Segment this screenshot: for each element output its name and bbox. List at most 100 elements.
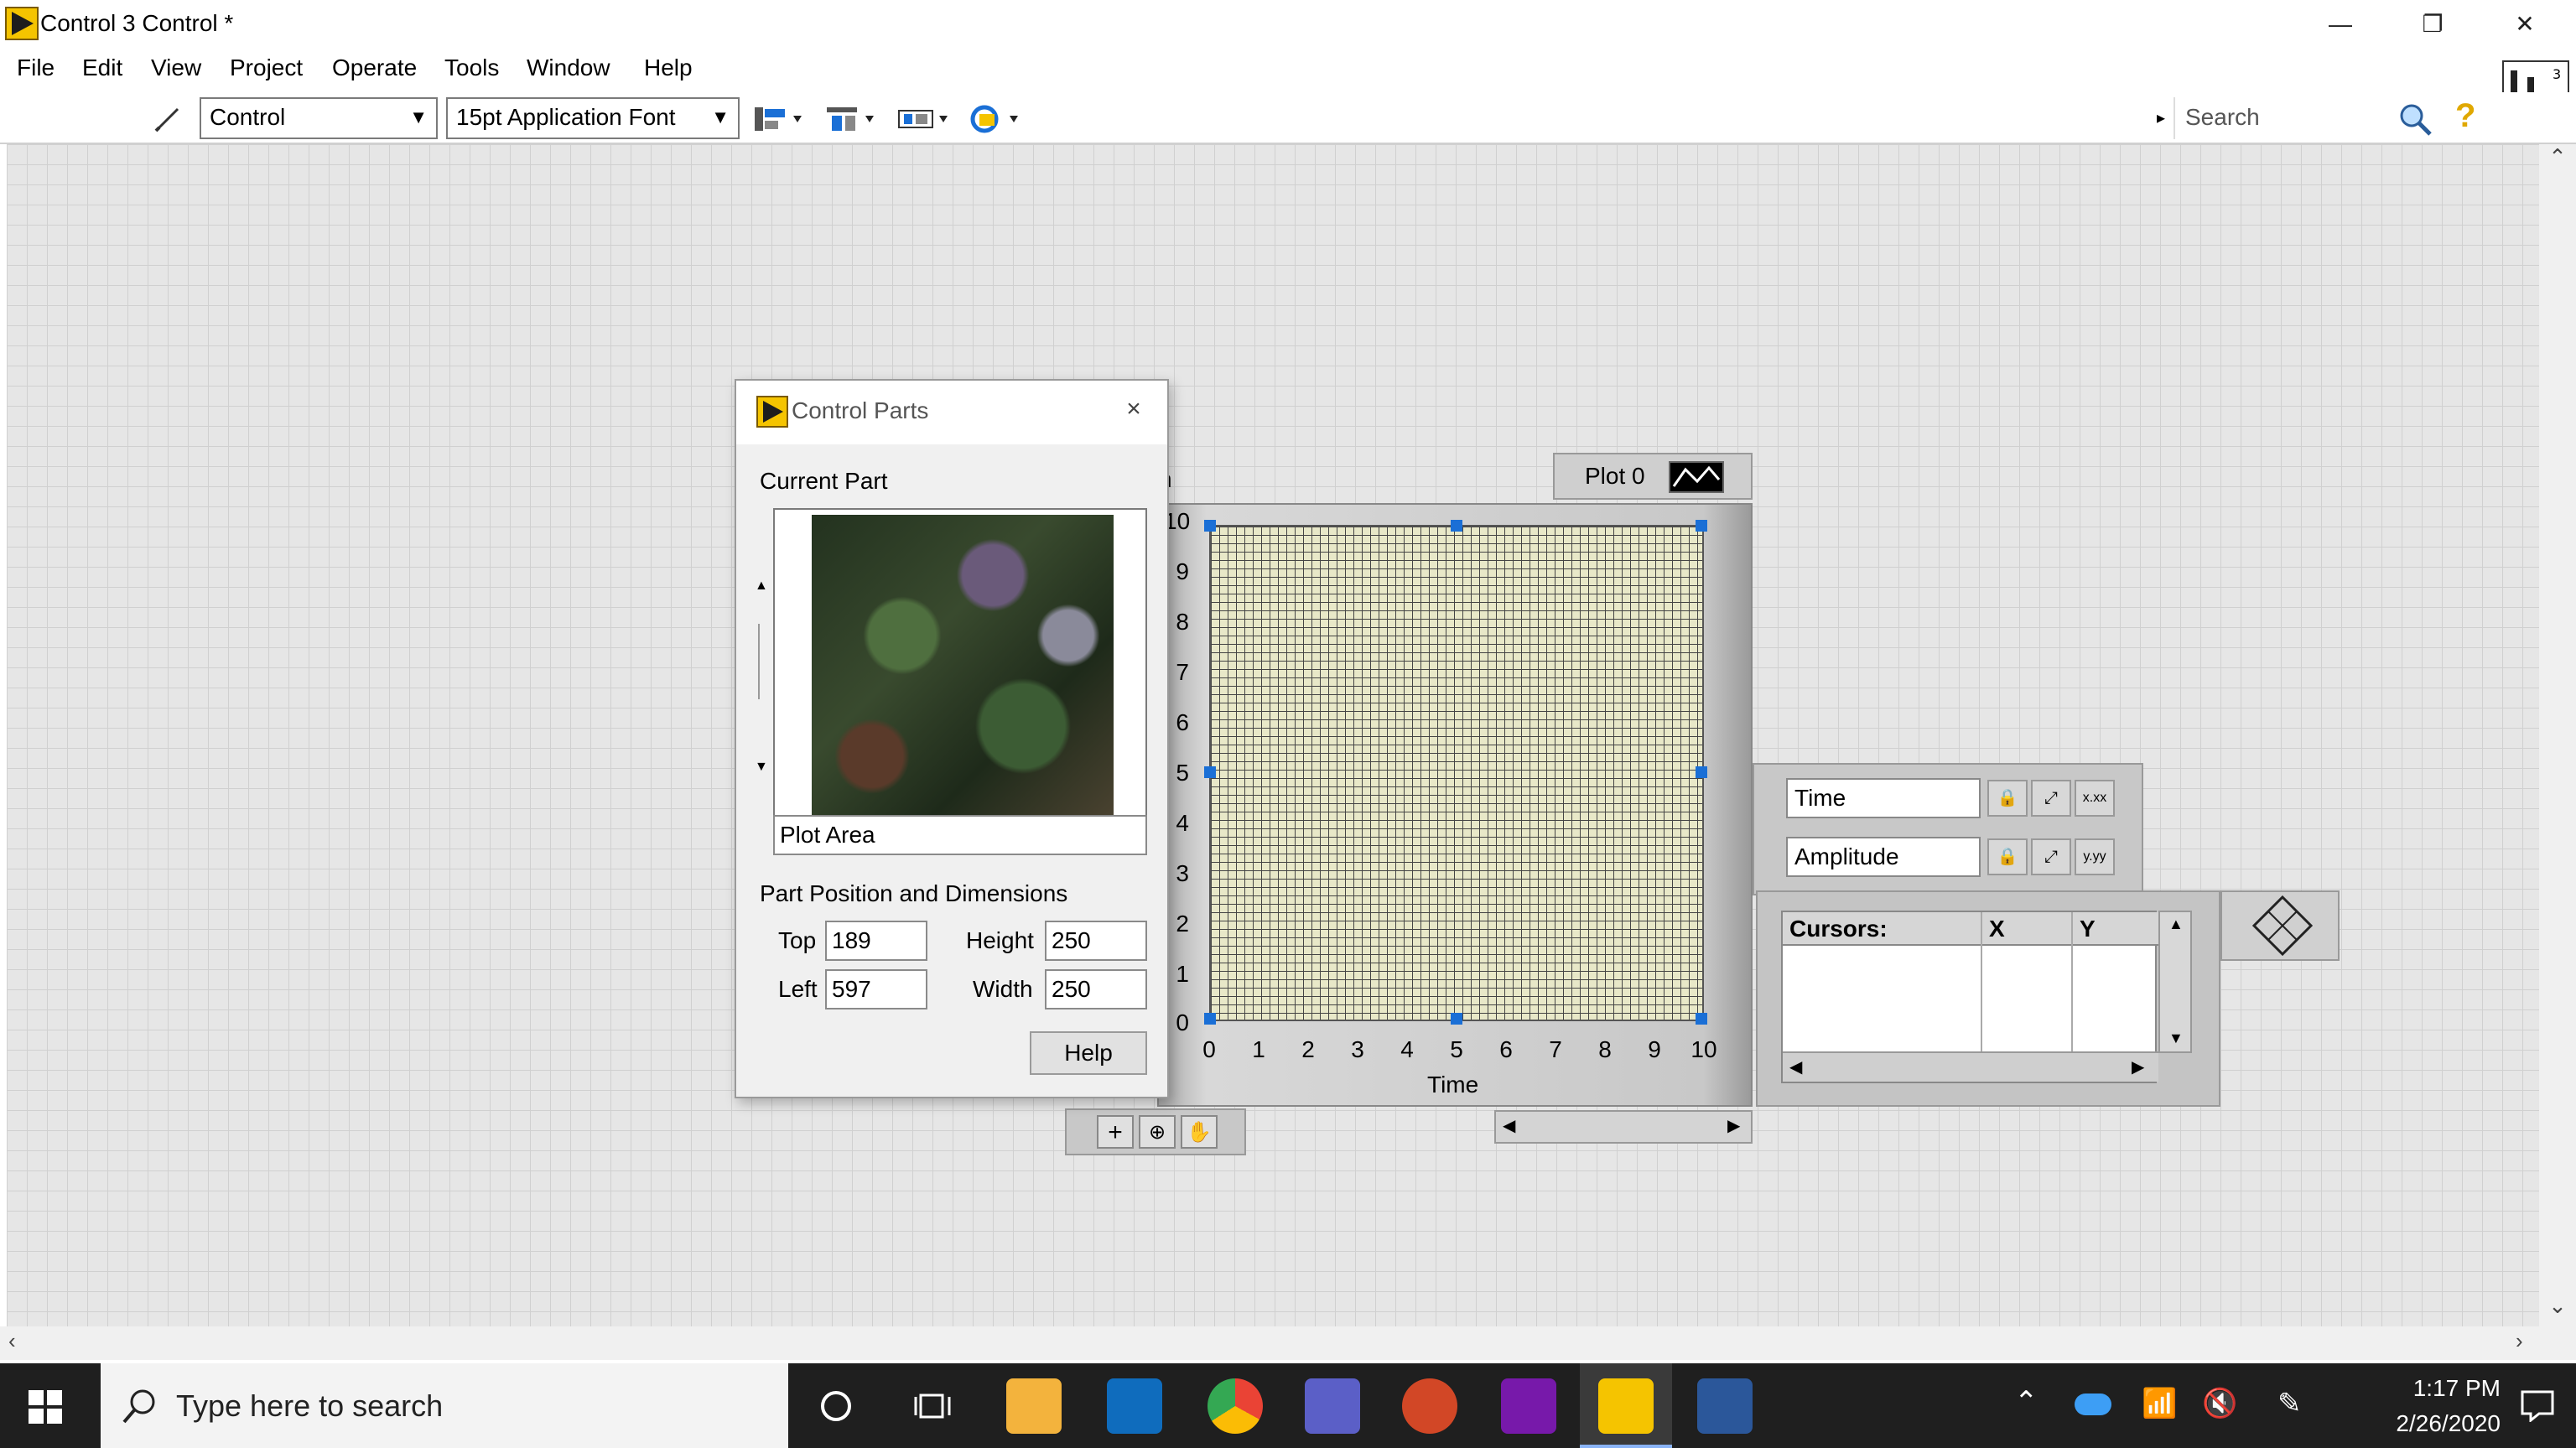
menu-bar: File Edit View Project Operate Tools Win…	[0, 50, 2576, 136]
x-format-button[interactable]: x.xx	[2075, 780, 2115, 817]
pan-hand-icon[interactable]: ✋	[1181, 1115, 1218, 1149]
search-expand-icon[interactable]: ▸	[2157, 107, 2165, 128]
selection-handle[interactable]	[1696, 1013, 1707, 1025]
menu-file[interactable]: File	[10, 50, 61, 92]
search-input[interactable]: Search	[2185, 104, 2260, 131]
windows-start-icon[interactable]	[29, 1390, 62, 1424]
vertical-scrollbar[interactable]: ⌃ ⌄	[2539, 144, 2576, 1326]
plot-line-swatch-icon[interactable]	[1669, 461, 1724, 493]
horizontal-scrollbar[interactable]: ‹ ›	[0, 1326, 2576, 1360]
font-select[interactable]: 15pt Application Font ▼	[446, 97, 740, 139]
cursor-move-diamond-icon[interactable]	[2252, 895, 2313, 956]
x-scale-name[interactable]: Time	[1786, 778, 1981, 818]
left-field[interactable]: 597	[825, 969, 927, 1009]
file-explorer-icon[interactable]	[1006, 1378, 1062, 1434]
autoscale-y-icon[interactable]: ⤢	[2031, 838, 2071, 875]
chevron-down-icon: ▼	[711, 106, 730, 127]
zoom-tool-icon[interactable]: ⊕	[1139, 1115, 1176, 1149]
y-format-button[interactable]: y.yy	[2075, 838, 2115, 875]
lock-icon[interactable]: 🔒	[1987, 838, 2028, 875]
cursor-horizontal-scrollbar[interactable]: ◀ ▶	[1783, 1051, 2158, 1082]
top-field[interactable]: 189	[825, 921, 927, 961]
scroll-right-icon[interactable]: ▶	[2132, 1056, 2144, 1077]
scroll-up-icon[interactable]: ⌃	[2539, 144, 2576, 170]
scroll-left-icon[interactable]: ◀	[1503, 1115, 1515, 1136]
labview-taskbar-active[interactable]	[1580, 1363, 1672, 1448]
wifi-icon[interactable]: 📶	[2142, 1387, 2177, 1420]
menu-edit[interactable]: Edit	[75, 50, 129, 92]
graph-horizontal-scrollbar[interactable]: ◀ ▶	[1494, 1110, 1753, 1144]
menu-view[interactable]: View	[144, 50, 208, 92]
teams-icon[interactable]	[1305, 1378, 1360, 1434]
scroll-left-icon[interactable]: ‹	[8, 1328, 16, 1354]
restore-button[interactable]: ❐	[2386, 0, 2479, 50]
selection-handle[interactable]	[1451, 520, 1462, 532]
autoscale-x-icon[interactable]: ⤢	[2031, 780, 2071, 817]
pen-icon[interactable]	[151, 104, 184, 134]
font-select-value: 15pt Application Font	[456, 104, 676, 130]
menu-operate[interactable]: Operate	[325, 50, 423, 92]
plot-area[interactable]	[1209, 525, 1704, 1021]
cursor-tool-crosshair-icon[interactable]: +	[1097, 1115, 1134, 1149]
dialog-close-button[interactable]: ×	[1115, 392, 1152, 429]
width-field[interactable]: 250	[1045, 969, 1147, 1009]
taskbar-search-input[interactable]: Type here to search	[176, 1388, 443, 1424]
word-icon[interactable]	[1697, 1378, 1753, 1434]
chrome-icon[interactable]	[1208, 1378, 1263, 1434]
scroll-down-icon[interactable]: ⌄	[2539, 1293, 2576, 1319]
selection-handle[interactable]	[1696, 766, 1707, 778]
selection-handle[interactable]	[1696, 520, 1707, 532]
scale-legend: Time 🔒 ⤢ x.xx Amplitude 🔒 ⤢ y.yy	[1753, 763, 2143, 895]
selection-handle[interactable]	[1204, 766, 1216, 778]
show-hidden-icons-icon[interactable]: ⌃	[2014, 1385, 2038, 1419]
taskbar-search-box[interactable]: Type here to search	[101, 1363, 788, 1448]
onenote-icon[interactable]	[1501, 1378, 1556, 1434]
distribute-objects-icon[interactable]	[823, 102, 882, 136]
x-tick: 0	[1202, 1036, 1216, 1062]
menu-window[interactable]: Window	[520, 50, 617, 92]
plot-legend[interactable]: Plot 0	[1553, 453, 1753, 500]
volume-muted-icon[interactable]: 🔇	[2202, 1387, 2237, 1420]
scroll-down-icon[interactable]: ▼	[2168, 1030, 2184, 1047]
scroll-right-icon[interactable]: ▶	[1727, 1115, 1740, 1136]
selection-handle[interactable]	[1204, 520, 1216, 532]
mode-select[interactable]: Control ▼	[200, 97, 438, 139]
selection-handle[interactable]	[1204, 1013, 1216, 1025]
onedrive-icon[interactable]	[2075, 1394, 2111, 1415]
cursor-vertical-scrollbar[interactable]: ▲ ▼	[2158, 911, 2192, 1053]
spin-down-icon[interactable]: ▼	[755, 760, 768, 775]
search-icon[interactable]	[2397, 101, 2433, 138]
spin-up-icon[interactable]: ▲	[755, 579, 768, 594]
resize-objects-icon[interactable]	[896, 102, 954, 136]
height-field[interactable]: 250	[1045, 921, 1147, 961]
cursor-movement-control[interactable]	[2220, 890, 2340, 961]
menu-help[interactable]: Help	[637, 50, 699, 92]
scroll-left-icon[interactable]: ◀	[1789, 1056, 1802, 1077]
cortana-icon[interactable]	[818, 1388, 854, 1424]
cursor-table[interactable]: Cursors: X Y ◀ ▶	[1781, 911, 2158, 1083]
window-title: Control 3 Control *	[40, 10, 234, 36]
action-center-icon[interactable]	[2519, 1388, 2556, 1422]
labview-logo-icon	[5, 7, 39, 40]
scroll-up-icon[interactable]: ▲	[2168, 916, 2184, 933]
task-view-icon[interactable]	[914, 1388, 953, 1424]
pen-workspace-icon[interactable]: ✎	[2277, 1387, 2302, 1420]
help-button[interactable]: Help	[1030, 1031, 1147, 1075]
outlook-icon[interactable]	[1107, 1378, 1162, 1434]
search-box[interactable]: Search	[2174, 97, 2432, 139]
help-icon[interactable]: ?	[2455, 97, 2475, 135]
minimize-button[interactable]: —	[2294, 0, 2386, 50]
lock-icon[interactable]: 🔒	[1987, 780, 2028, 817]
align-objects-icon[interactable]	[751, 102, 810, 136]
clock-time[interactable]: 1:17 PM	[2358, 1375, 2501, 1402]
menu-tools[interactable]: Tools	[438, 50, 506, 92]
clock-date[interactable]: 2/26/2020	[2333, 1410, 2501, 1437]
close-button[interactable]: ✕	[2479, 0, 2571, 50]
y-scale-name[interactable]: Amplitude	[1786, 837, 1981, 877]
reorder-icon[interactable]	[968, 102, 1026, 136]
selection-handle[interactable]	[1451, 1013, 1462, 1025]
menu-project[interactable]: Project	[223, 50, 309, 92]
scroll-right-icon[interactable]: ›	[2516, 1328, 2523, 1354]
graph-palette: + ⊕ ✋	[1065, 1108, 1246, 1155]
powerpoint-icon[interactable]	[1402, 1378, 1457, 1434]
